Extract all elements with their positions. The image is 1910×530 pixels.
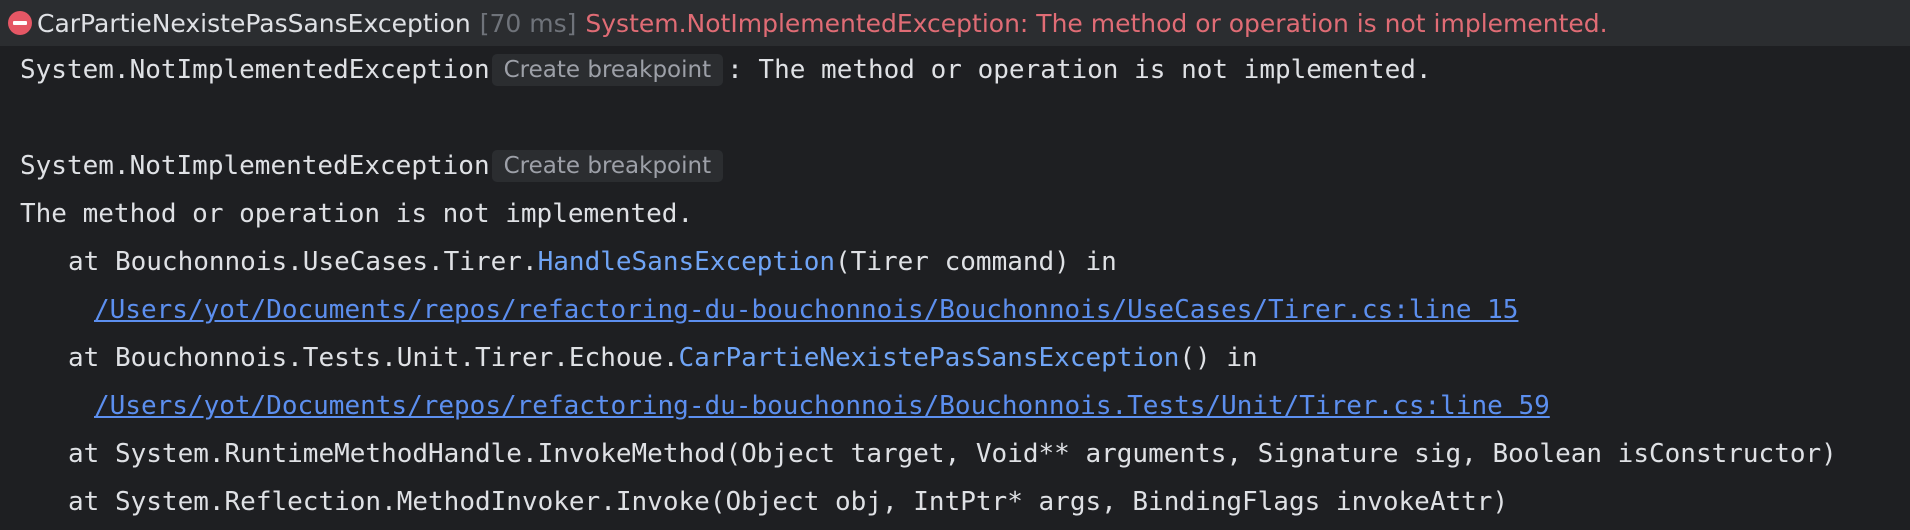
stack-frame-text: at System.RuntimeMethodHandle.InvokeMeth… [68, 439, 1837, 469]
stack-frame-path-line: /Users/yot/Documents/repos/refactoring-d… [0, 382, 1910, 430]
stack-frame-suffix: (Tirer command) in [835, 247, 1117, 277]
stack-frame: at System.RuntimeMethodHandle.InvokeMeth… [0, 430, 1910, 478]
error-circle-icon [8, 11, 32, 35]
stack-frame-path-line: /Users/yot/Documents/repos/refactoring-d… [0, 286, 1910, 334]
stack-frame: at System.Reflection.MethodInvoker.Invok… [0, 478, 1910, 526]
source-file-link[interactable]: /Users/yot/Documents/repos/refactoring-d… [94, 382, 1550, 430]
exception-message: : The method or operation is not impleme… [727, 55, 1432, 85]
exception-type: System.NotImplementedException [20, 151, 490, 181]
exception-message-line: The method or operation is not implement… [0, 190, 1910, 238]
test-output: System.NotImplementedException Create br… [0, 46, 1910, 526]
test-duration: [70 ms] [479, 8, 577, 38]
stack-frame-prefix: at Bouchonnois.Tests.Unit.Tirer.Echoue. [68, 343, 679, 373]
failure-message: System.NotImplementedException: The meth… [585, 8, 1608, 38]
stack-frame-method[interactable]: HandleSansException [538, 238, 835, 286]
exception-message: The method or operation is not implement… [20, 199, 694, 229]
stack-frame-text: at System.Reflection.MethodInvoker.Invok… [68, 487, 1509, 517]
stack-frame: at Bouchonnois.Tests.Unit.Tirer.Echoue. C… [0, 334, 1910, 382]
stack-frame-prefix: at Bouchonnois.UseCases.Tirer. [68, 247, 538, 277]
create-breakpoint-button[interactable]: Create breakpoint [491, 150, 724, 182]
stack-frame-method[interactable]: CarPartieNexistePasSansException [678, 334, 1179, 382]
exception-line-2: System.NotImplementedException Create br… [0, 142, 1910, 190]
exception-line: System.NotImplementedException Create br… [0, 46, 1910, 94]
stack-frame-suffix: () in [1179, 343, 1258, 373]
exception-type: System.NotImplementedException [20, 55, 490, 85]
create-breakpoint-button[interactable]: Create breakpoint [491, 54, 724, 86]
source-file-link[interactable]: /Users/yot/Documents/repos/refactoring-d… [94, 286, 1518, 334]
test-name[interactable]: CarPartieNexistePasSansException [37, 9, 471, 38]
stack-frame: at Bouchonnois.UseCases.Tirer. HandleSans… [0, 238, 1910, 286]
test-result-header: CarPartieNexistePasSansException [70 ms]… [0, 0, 1910, 46]
